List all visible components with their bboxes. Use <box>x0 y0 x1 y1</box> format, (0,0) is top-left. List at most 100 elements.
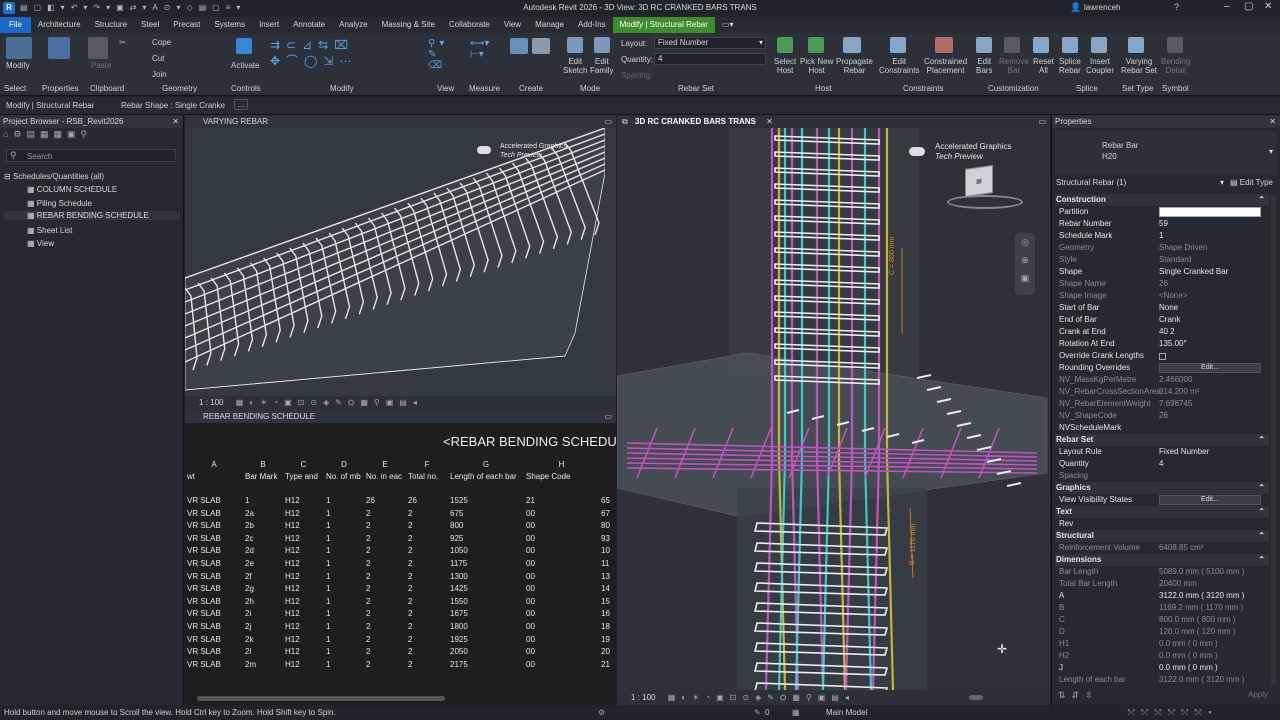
property-row[interactable]: D 120.0 mm ( 120 mm ) <box>1055 626 1269 638</box>
tree-item-rebar-bending-schedule[interactable]: ▦ REBAR BENDING SCHEDULE <box>4 211 180 220</box>
table-row[interactable]: VR SLAB 2h H12 1 2 2 1550 00 15 <box>185 595 616 608</box>
create-group-icon[interactable] <box>532 38 550 54</box>
column-letter[interactable]: A <box>185 458 243 471</box>
instance-selector[interactable]: Structural Rebar (1) ▾ <box>1055 177 1225 189</box>
ribbon-toggle-icon[interactable]: ▭▾ <box>715 17 741 33</box>
table-cell[interactable]: 1 <box>324 507 364 520</box>
property-row[interactable]: View Visibility States Edit... <box>1055 494 1269 506</box>
property-row[interactable]: Style Standard <box>1055 254 1269 266</box>
table-cell[interactable]: 00 <box>524 557 599 570</box>
property-section[interactable]: Structural ⌃ <box>1055 530 1269 542</box>
tab-modify-structural-rebar[interactable]: Modify | Structural Rebar <box>612 17 715 33</box>
table-cell[interactable]: 2 <box>406 645 448 658</box>
selection-filter-icons[interactable]: ⤲⤲⤲⤲⤲⤲▾ <box>1128 705 1219 720</box>
table-cell[interactable]: 1550 <box>448 595 524 608</box>
table-cell[interactable]: 1 <box>324 494 364 507</box>
table-cell[interactable]: H12 <box>283 507 324 520</box>
table-cell[interactable]: 21 <box>599 658 616 671</box>
table-cell[interactable]: 2 <box>364 519 406 532</box>
collapse-icon[interactable]: ⌃ <box>1258 554 1265 566</box>
pick-new-host-icon[interactable] <box>808 37 824 53</box>
property-row[interactable]: Override Crank Lengths <box>1055 350 1269 362</box>
table-cell[interactable]: 1425 <box>448 582 524 595</box>
table-cell[interactable]: 2l <box>243 645 283 658</box>
table-row[interactable]: VR SLAB 1 H12 1 26 26 1525 21 65 <box>185 494 616 507</box>
viewcube[interactable]: ▦ <box>965 165 993 197</box>
rebar-bending-schedule-view[interactable]: REBAR BENDING SCHEDULE ▭ <REBAR BENDING … <box>185 410 616 705</box>
column-letter[interactable]: G <box>448 458 524 471</box>
table-cell[interactable]: VR SLAB <box>185 507 243 520</box>
insert-coupler-button[interactable]: Insert Coupler <box>1086 57 1114 75</box>
varying-rebar-set-icon[interactable] <box>1128 37 1144 53</box>
propagate-rebar-icon[interactable] <box>843 37 861 53</box>
join-button[interactable]: Join <box>152 70 167 79</box>
table-cell[interactable]: 2g <box>243 582 283 595</box>
scale-label[interactable]: 1 : 100 <box>199 398 223 407</box>
table-cell[interactable]: 2j <box>243 620 283 633</box>
modify-cursor-icon[interactable] <box>6 37 32 59</box>
maximize-icon[interactable]: ▭ <box>604 410 612 423</box>
edit-constraints-icon[interactable] <box>890 37 906 53</box>
property-value[interactable]: Single Cranked Bar <box>1159 266 1228 278</box>
view-control-icons[interactable]: ▦◐☀◔▣⊡⊙◈✎⛭▦⚲▣▤◂ <box>236 398 423 407</box>
scale-label[interactable]: 1 : 100 <box>631 693 655 702</box>
table-cell[interactable]: 1525 <box>448 494 524 507</box>
tab-precast[interactable]: Precast <box>166 17 207 33</box>
table-cell[interactable]: VR SLAB <box>185 633 243 646</box>
table-cell[interactable]: H12 <box>283 570 324 583</box>
properties-button[interactable]: Properties <box>42 84 78 93</box>
property-row[interactable]: A 3122.0 mm ( 3120 mm ) <box>1055 590 1269 602</box>
column-header[interactable]: No. of mb <box>324 471 364 484</box>
table-cell[interactable]: 00 <box>524 595 599 608</box>
activate-icon[interactable] <box>236 38 252 54</box>
table-cell[interactable]: VR SLAB <box>185 620 243 633</box>
modify-tools-icons[interactable]: ⇉⊂⊿⇆⌧ ✥⌒◯⇲⋯ <box>270 38 358 69</box>
edit-bars-button[interactable]: Edit Bars <box>976 57 992 75</box>
table-cell[interactable]: 26 <box>406 494 448 507</box>
viewcube-ring[interactable] <box>947 195 1023 209</box>
table-cell[interactable]: 2175 <box>448 658 524 671</box>
table-cell[interactable]: 1 <box>324 608 364 621</box>
table-cell[interactable]: 1 <box>324 620 364 633</box>
table-cell[interactable]: 2 <box>364 570 406 583</box>
property-value[interactable]: 59 <box>1159 218 1168 230</box>
bending-detail-button[interactable]: Bending Detail <box>1161 57 1190 75</box>
property-value[interactable]: 0.0 mm ( 0 mm ) <box>1159 662 1218 674</box>
tab-insert[interactable]: Insert <box>252 17 286 33</box>
table-cell[interactable]: 1050 <box>448 545 524 558</box>
table-cell[interactable]: 00 <box>524 582 599 595</box>
table-cell[interactable]: 1 <box>324 645 364 658</box>
3d-cranked-bars-viewport[interactable]: ⧉ 3D RC CRANKED BARS TRANS ✕ ▭ C = 800 m… <box>617 115 1050 705</box>
properties-filter-icons[interactable]: ⇅⇵⇳ <box>1058 690 1099 701</box>
table-cell[interactable]: 20 <box>599 645 616 658</box>
cut-tool-icon[interactable]: ✂ <box>119 38 126 47</box>
tree-item-view[interactable]: ▦ View <box>27 239 54 248</box>
model-name[interactable]: Main Model <box>826 705 867 720</box>
table-cell[interactable]: 2050 <box>448 645 524 658</box>
table-cell[interactable]: 00 <box>524 532 599 545</box>
user-name[interactable]: lawrenceh <box>1084 3 1120 12</box>
tab-analyze[interactable]: Analyze <box>332 17 374 33</box>
table-cell[interactable]: 2 <box>364 633 406 646</box>
tab-steel[interactable]: Steel <box>134 17 166 33</box>
edit-family-button[interactable]: Edit Family <box>590 57 614 75</box>
insert-coupler-icon[interactable] <box>1091 37 1107 53</box>
maximize-icon[interactable]: ▢ <box>1244 1 1253 12</box>
table-cell[interactable]: 00 <box>524 658 599 671</box>
property-checkbox[interactable] <box>1159 353 1166 360</box>
table-cell[interactable]: 2 <box>364 557 406 570</box>
property-row[interactable]: NV_ShapeCode 26 <box>1055 410 1269 422</box>
table-cell[interactable]: H12 <box>283 658 324 671</box>
table-cell[interactable]: 15 <box>599 595 616 608</box>
select-host-icon[interactable] <box>777 37 793 53</box>
property-row[interactable]: Geometry Shape Driven <box>1055 242 1269 254</box>
apply-button[interactable]: Apply <box>1248 690 1268 699</box>
table-cell[interactable]: VR SLAB <box>185 595 243 608</box>
table-cell[interactable]: 2m <box>243 658 283 671</box>
property-row[interactable]: B 1169.2 mm ( 1170 mm ) <box>1055 602 1269 614</box>
property-row[interactable]: H1 0.0 mm ( 0 mm ) <box>1055 638 1269 650</box>
table-cell[interactable]: 1 <box>324 570 364 583</box>
table-cell[interactable]: VR SLAB <box>185 545 243 558</box>
type-selector[interactable]: Rebar Bar H20 ▾ <box>1055 131 1277 175</box>
table-cell[interactable]: H12 <box>283 608 324 621</box>
